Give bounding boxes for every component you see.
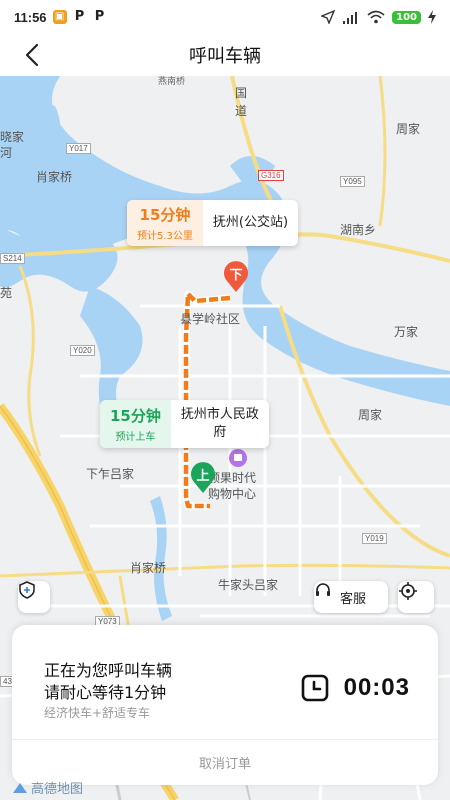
destination-eta: 15分钟 预计5.3公里	[127, 200, 203, 246]
map-label-national-road-2: 道	[235, 104, 248, 118]
notification-app-icon: ▣	[52, 10, 67, 24]
parking-app-icon-2: P	[92, 10, 107, 24]
map-label-nanxiang: 湖南乡	[340, 223, 377, 237]
road-badge-y020: Y020	[70, 345, 95, 356]
app-header: 呼叫车辆	[0, 34, 450, 76]
map-label-zhoujia-2: 周家	[358, 408, 383, 422]
status-time: 11:56	[14, 9, 47, 25]
destination-eta-minutes: 15分钟	[139, 206, 191, 224]
signal-icon	[343, 11, 358, 24]
parking-app-icon: P	[72, 10, 87, 24]
wifi-icon	[367, 10, 385, 24]
map-label-zhoujia: 周家	[396, 122, 421, 136]
map-label-xiao: 晓家	[0, 130, 25, 144]
watermark-text: 高德地图	[31, 782, 84, 797]
amap-logo-icon	[13, 782, 27, 793]
pickup-place-line-1: 抚州市人民政	[180, 407, 259, 422]
pickup-note: 预计上车	[115, 432, 156, 443]
map-label-he: 河	[0, 146, 13, 160]
pickup-callout[interactable]: 15分钟 预计上车 抚州市人民政 府	[100, 400, 269, 448]
road-badge-g316: G316	[258, 170, 284, 181]
pickup-pin: 上	[189, 460, 217, 494]
map-label-xiaojiaqiao-top: 肖家桥	[36, 170, 73, 184]
pickup-place-line-2: 府	[213, 425, 227, 440]
back-arrow-icon[interactable]	[20, 42, 46, 68]
locate-target-icon	[399, 582, 417, 600]
dropoff-pin-label: 下	[229, 268, 243, 283]
road-badge-s214: S214	[0, 253, 25, 264]
dropoff-pin: 下	[222, 259, 250, 293]
road-badge-y017: Y017	[66, 143, 91, 154]
destination-callout[interactable]: 15分钟 预计5.3公里 抚州(公交站)	[127, 200, 299, 246]
pickup-eta: 15分钟 预计上车	[100, 400, 171, 448]
headset-icon	[316, 583, 330, 596]
map-label-xiazuolvjia: 下乍吕家	[86, 467, 135, 481]
shield-plus-icon	[19, 581, 35, 599]
calling-message: 正在为您呼叫车辆	[44, 661, 173, 680]
wait-message: 请耐心等待1分钟	[44, 683, 167, 702]
destination-name: 抚州(公交站)	[212, 215, 289, 230]
map-label-xuelingshequ: 县学岭社区	[180, 312, 241, 326]
map-label-national-road-1: 国	[235, 86, 248, 100]
timer-value: 00:03	[343, 674, 410, 701]
map-label-yuan: 苑	[0, 286, 13, 300]
customer-service-button[interactable]: 客服	[314, 581, 388, 613]
charging-icon	[428, 10, 436, 24]
map-provider-watermark: 高德地图	[12, 778, 83, 797]
destination-distance: 预计5.3公里	[137, 231, 193, 242]
locate-button[interactable]	[398, 581, 434, 613]
road-badge-y019: Y019	[362, 533, 387, 544]
wait-timer: 00:03	[300, 673, 410, 703]
calling-status-panel: 正在为您呼叫车辆 请耐心等待1分钟 经济快车+舒适专车 00:03 取消订单	[12, 625, 438, 785]
car-types: 经济快车+舒适专车	[44, 706, 151, 720]
location-arrow-icon	[321, 10, 336, 24]
map-label-niujiatoulvjia: 牛家头吕家	[218, 578, 279, 592]
battery-indicator: 100	[392, 10, 421, 24]
page-title: 呼叫车辆	[189, 46, 261, 67]
status-bar: 11:56 ▣ P P 100	[0, 0, 450, 34]
clock-icon	[301, 674, 328, 702]
road-badge-y095: Y095	[340, 176, 365, 187]
pickup-pin-label: 上	[196, 469, 210, 484]
pickup-place: 抚州市人民政 府	[171, 400, 269, 448]
map-label-wanjia: 万家	[394, 325, 419, 339]
safety-button[interactable]	[18, 581, 50, 613]
pickup-eta-minutes: 15分钟	[110, 407, 161, 425]
map-label-xiaojiaqiao-bottom: 肖家桥	[130, 561, 167, 575]
map-label-yanjiaqiao: 燕南桥	[158, 77, 186, 87]
customer-service-label: 客服	[339, 591, 366, 607]
